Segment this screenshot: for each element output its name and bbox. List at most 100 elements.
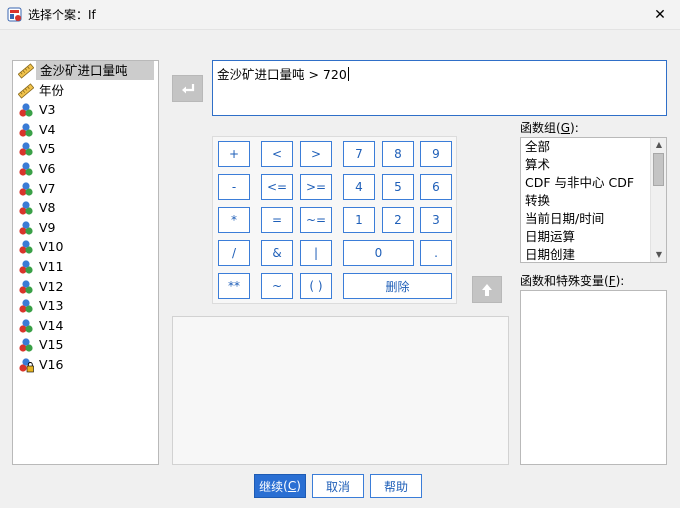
variable-label: V4 [39, 121, 56, 137]
variable-item[interactable]: V5 [13, 139, 158, 159]
title-bar: 选择个案：If ✕ [0, 0, 680, 30]
variable-label: V9 [39, 219, 56, 235]
variable-label: V11 [39, 258, 64, 274]
key-1[interactable]: 1 [343, 207, 375, 233]
variable-item[interactable]: V6 [13, 159, 158, 179]
variable-label: V13 [39, 298, 64, 314]
variable-item[interactable]: V3 [13, 100, 158, 120]
function-group-item[interactable]: 日期运算 [521, 228, 666, 246]
key-7[interactable]: 7 [343, 141, 375, 167]
function-group-item[interactable]: 日期创建 [521, 246, 666, 262]
calculator-keypad: + < > 7 8 9 - <= >= 4 5 6 * = ~= 1 2 3 /… [212, 136, 457, 304]
variable-item[interactable]: 金沙矿进口量吨 [13, 61, 158, 81]
variable-item[interactable]: V7 [13, 179, 158, 199]
variable-label: V7 [39, 180, 56, 196]
key-divide[interactable]: / [218, 240, 250, 266]
variable-list[interactable]: 金沙矿进口量吨 年份 V3 V4 V5 V6 V7 V8 V9 V10 V11 V12 V13 V14 V1… [12, 60, 159, 465]
variable-label: V15 [39, 337, 64, 353]
variable-label: V16 [39, 356, 64, 372]
key-2[interactable]: 2 [382, 207, 414, 233]
variable-item[interactable]: 年份 [13, 81, 158, 101]
key-and[interactable]: & [261, 240, 293, 266]
variable-item[interactable]: V4 [13, 120, 158, 140]
scroll-thumb[interactable] [653, 153, 664, 186]
nominal-variable-icon [18, 161, 34, 177]
nominal-variable-icon [18, 141, 34, 157]
help-button[interactable]: 帮助 [370, 474, 422, 498]
variable-label: V14 [39, 317, 64, 333]
key-or[interactable]: | [300, 240, 332, 266]
numeric-expression-input[interactable]: 金沙矿进口量吨 > 720 [212, 60, 667, 116]
return-arrow-icon [181, 83, 194, 93]
variable-item[interactable]: V8 [13, 198, 158, 218]
cancel-button[interactable]: 取消 [312, 474, 364, 498]
key-8[interactable]: 8 [382, 141, 414, 167]
functions-label-text: 函数和特殊变量 [520, 274, 605, 288]
key-greater-than[interactable]: > [300, 141, 332, 167]
key-minus[interactable]: - [218, 174, 250, 200]
key-power[interactable]: ** [218, 273, 250, 299]
variable-label: 年份 [39, 82, 65, 98]
functions-mnemonic: F [608, 274, 616, 288]
ruler-icon [17, 82, 35, 99]
variable-item[interactable]: V11 [13, 257, 158, 277]
variable-item[interactable]: V13 [13, 296, 158, 316]
variable-item[interactable]: V16 [13, 355, 158, 375]
variable-item[interactable]: V12 [13, 277, 158, 297]
nominal-variable-icon [18, 318, 34, 334]
variable-label: V6 [39, 160, 56, 176]
nominal-variable-icon [18, 279, 34, 295]
continue-mnemonic: C [287, 479, 297, 493]
nominal-variable-icon [18, 298, 34, 314]
nominal-variable-icon [18, 102, 34, 118]
continue-button[interactable]: 继续(C) [254, 474, 306, 498]
key-decimal[interactable]: . [420, 240, 452, 266]
key-0[interactable]: 0 [343, 240, 414, 266]
function-description-area [172, 316, 509, 465]
key-multiply[interactable]: * [218, 207, 250, 233]
function-group-item[interactable]: CDF 与非中心 CDF [521, 174, 666, 192]
variable-label: V5 [39, 141, 56, 157]
key-less-equal[interactable]: <= [261, 174, 293, 200]
key-6[interactable]: 6 [420, 174, 452, 200]
function-group-label: 函数组(G): [520, 121, 579, 135]
function-group-item[interactable]: 当前日期/时间 [521, 210, 666, 228]
locked-variable-icon [18, 357, 34, 373]
variable-item[interactable]: V15 [13, 335, 158, 355]
nominal-variable-icon [18, 239, 34, 255]
key-5[interactable]: 5 [382, 174, 414, 200]
nominal-variable-icon [18, 220, 34, 236]
key-4[interactable]: 4 [343, 174, 375, 200]
key-not-equal[interactable]: ~= [300, 207, 332, 233]
key-delete[interactable]: 删除 [343, 273, 452, 299]
key-3[interactable]: 3 [420, 207, 452, 233]
function-group-item[interactable]: 全部 [521, 138, 666, 156]
function-group-item[interactable]: 算术 [521, 156, 666, 174]
variable-item[interactable]: V10 [13, 237, 158, 257]
key-9[interactable]: 9 [420, 141, 452, 167]
functions-list[interactable] [520, 290, 667, 465]
key-parentheses[interactable]: ( ) [300, 273, 332, 299]
key-plus[interactable]: + [218, 141, 250, 167]
scroll-down-icon[interactable]: ▼ [651, 248, 666, 262]
key-less-than[interactable]: < [261, 141, 293, 167]
close-icon: ✕ [654, 7, 666, 23]
close-button[interactable]: ✕ [648, 5, 672, 25]
variable-item[interactable]: V9 [13, 218, 158, 238]
insert-function-button[interactable] [472, 276, 502, 303]
key-greater-equal[interactable]: >= [300, 174, 332, 200]
function-group-list[interactable]: 全部 算术 CDF 与非中心 CDF 转换 当前日期/时间 日期运算 日期创建 ▲ ▼ [520, 137, 667, 263]
nominal-variable-icon [18, 259, 34, 275]
variable-label: V8 [39, 200, 56, 216]
function-group-item[interactable]: 转换 [521, 192, 666, 210]
key-equal[interactable]: = [261, 207, 293, 233]
variable-item[interactable]: V14 [13, 316, 158, 336]
move-variable-button[interactable] [172, 75, 203, 102]
function-group-scrollbar[interactable]: ▲ ▼ [650, 138, 666, 262]
expression-text: 金沙矿进口量吨 > 720 [217, 67, 347, 82]
variable-label: V12 [39, 278, 64, 294]
variable-label: V10 [39, 239, 64, 255]
key-not[interactable]: ~ [261, 273, 293, 299]
scroll-up-icon[interactable]: ▲ [651, 138, 666, 152]
functions-label: 函数和特殊变量(F): [520, 274, 625, 288]
